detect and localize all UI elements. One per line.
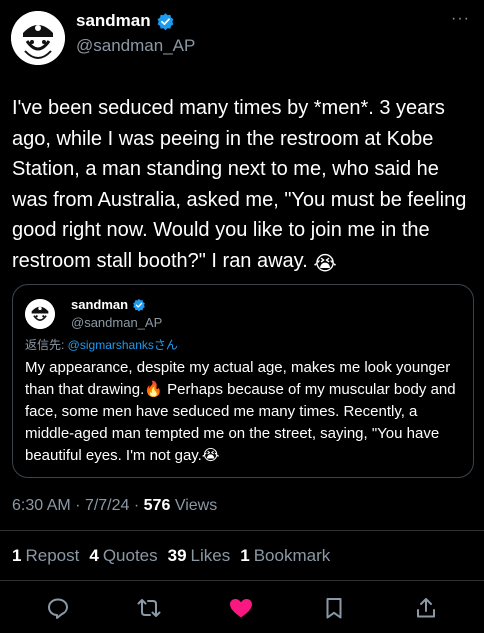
views-label: Views [174, 497, 218, 514]
divider [0, 580, 484, 581]
quoted-tweet-text: My appearance, despite my actual age, ma… [25, 357, 465, 467]
stat-bookmarks[interactable]: 1 Bookmark [240, 546, 330, 566]
tweet-time[interactable]: 6:30 AM [12, 497, 71, 514]
reply-mention-link[interactable]: @sigmarshanksさん [68, 338, 178, 352]
divider [0, 530, 484, 531]
stat-quotes[interactable]: 4 Quotes [89, 546, 157, 566]
verified-badge-icon [157, 12, 174, 30]
reply-icon[interactable] [42, 592, 74, 624]
reply-to-line: 返信先: @sigmarshanksさん [25, 336, 178, 353]
tweet-text: I've been seduced many times by *men*. 3… [12, 93, 472, 279]
action-bar [0, 592, 484, 624]
quoted-tweet[interactable]: sandman @sandman_AP 返信先: @sigmarshanksさん… [12, 284, 474, 478]
share-icon[interactable] [410, 592, 442, 624]
quoted-author-name: sandman [71, 297, 129, 312]
reply-to-label: 返信先: [25, 338, 68, 352]
engagement-stats: 1 Repost 4 Quotes 39 Likes 1 Bookmark [12, 546, 340, 566]
views-count: 576 [143, 497, 171, 514]
tweet-date[interactable]: 7/7/24 [85, 497, 129, 514]
tweet-meta: 6:30 AM · 7/7/24 · 576 Views [12, 497, 218, 514]
more-options-icon[interactable]: ··· [451, 10, 470, 28]
quoted-author-avatar [25, 299, 55, 329]
stat-likes[interactable]: 39 Likes [168, 546, 231, 566]
author-handle[interactable]: @sandman_AP [76, 36, 195, 56]
quoted-name-row: sandman [71, 297, 146, 312]
crying-face-icon: 😭 [201, 447, 220, 464]
like-icon-filled[interactable] [225, 592, 257, 624]
fire-icon: 🔥 [144, 381, 163, 398]
author-avatar[interactable] [11, 11, 65, 65]
repost-icon[interactable] [133, 592, 165, 624]
stat-reposts[interactable]: 1 Repost [12, 546, 79, 566]
tweet-body: I've been seduced many times by *men*. 3… [12, 97, 467, 272]
verified-badge-icon [133, 298, 145, 311]
bookmark-icon[interactable] [318, 592, 350, 624]
quoted-author-handle: @sandman_AP [71, 315, 163, 330]
author-name[interactable]: sandman [76, 11, 151, 31]
author-name-row[interactable]: sandman [76, 11, 175, 31]
tweet-header: sandman @sandman_AP ··· [0, 0, 484, 80]
crying-face-icon: 😭 [313, 252, 337, 275]
